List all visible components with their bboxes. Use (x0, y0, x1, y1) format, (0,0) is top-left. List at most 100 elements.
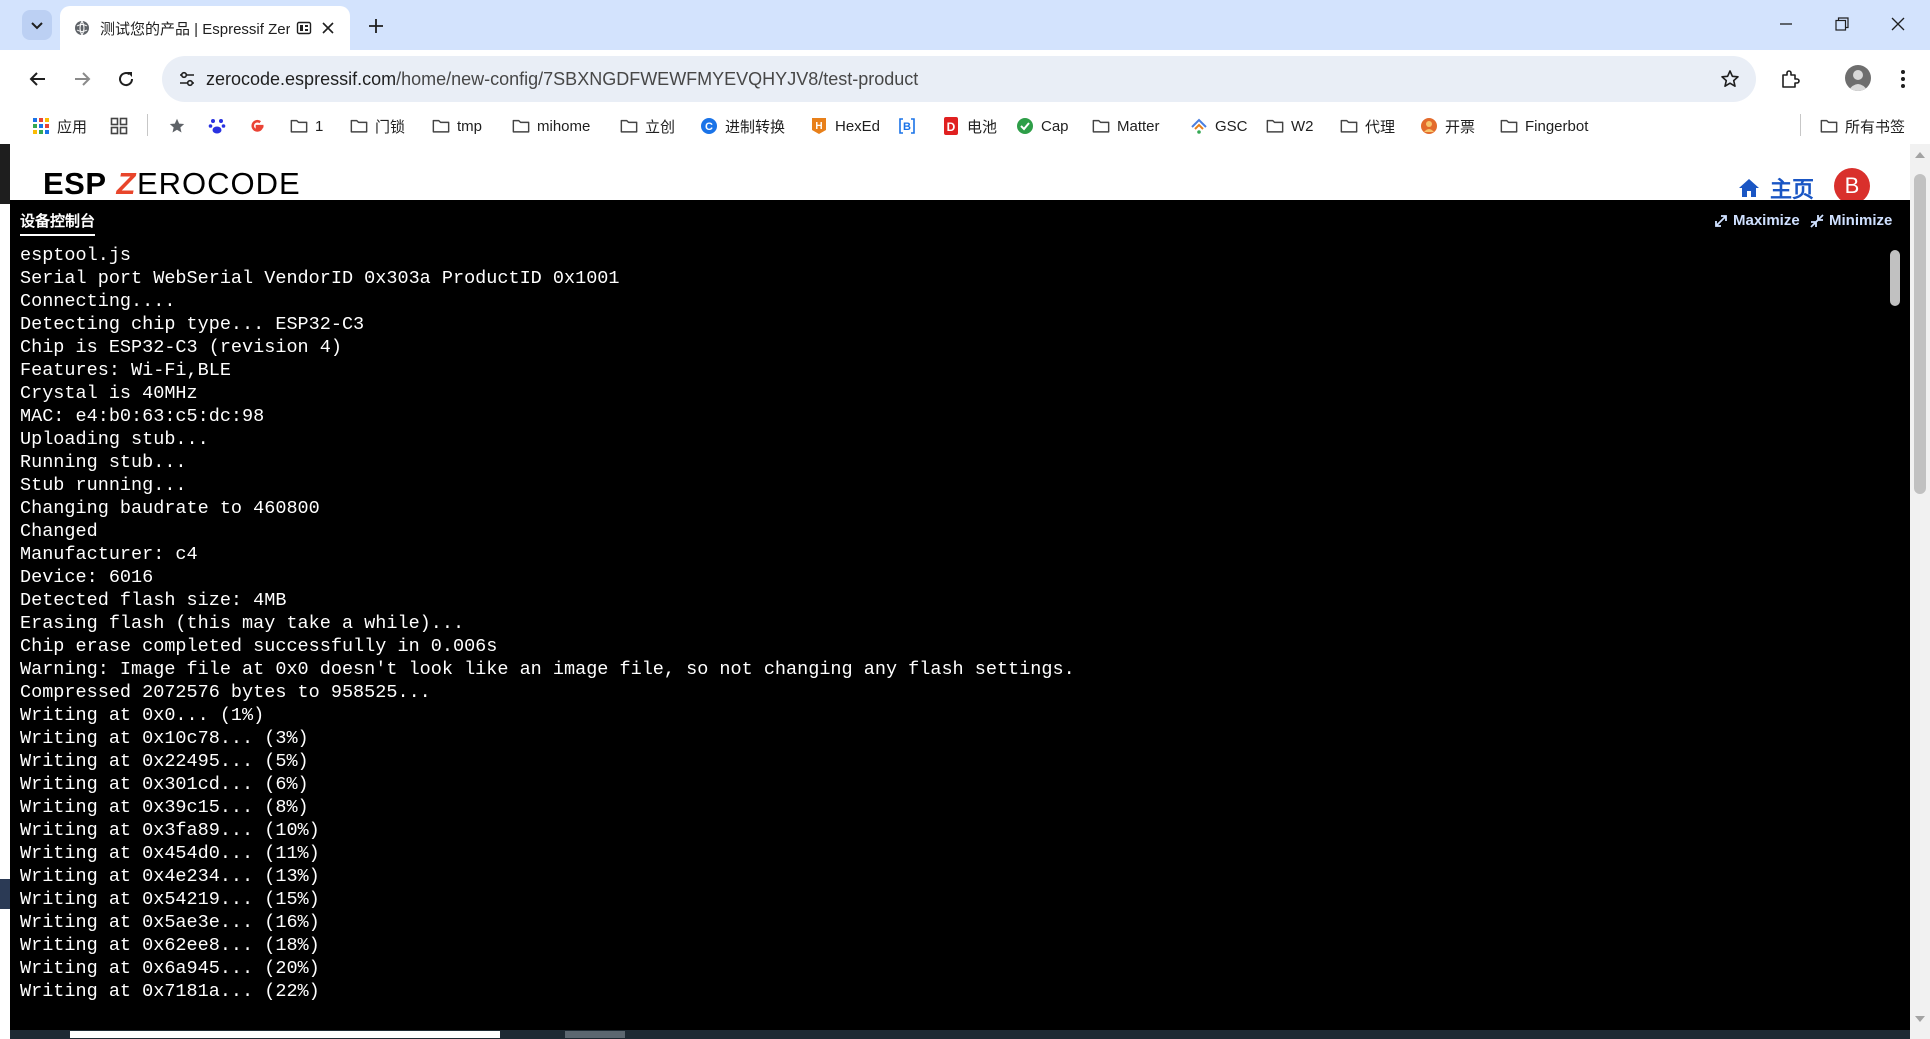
page-content: ESP Z EROCODE 主页 B 设备控制台 Maximize Minimi… (0, 144, 1930, 1039)
console-line: Erasing flash (this may take a while)... (20, 613, 465, 634)
bookmark-star[interactable] (168, 113, 193, 139)
console-line: Device: 6016 (20, 567, 154, 588)
console-line: MAC: e4:b0:63:c5:dc:98 (20, 406, 265, 427)
bookmark-hexed[interactable]: H HexEd (810, 113, 880, 139)
console-line: Detected flash size: 4MB (20, 590, 287, 611)
bookmark-folder-lichuang[interactable]: 立创 (620, 113, 675, 139)
folder-icon (432, 117, 450, 135)
gsc-icon (1190, 117, 1208, 135)
hexed-icon: H (810, 117, 828, 135)
console-line: Writing at 0x3fa89... (10%) (20, 820, 320, 841)
scroll-up-arrow-icon[interactable] (1915, 152, 1925, 158)
url-path: /home/new-config/7SBXNGDFWEWFMYEVQHYJV8/… (396, 69, 919, 89)
console-line: Writing at 0x4e234... (13%) (20, 866, 320, 887)
home-icon (1739, 179, 1759, 197)
folder-icon (620, 117, 638, 135)
bracket-b-icon: B (898, 117, 916, 135)
tune-icon (180, 71, 194, 87)
console-line: Writing at 0x6a945... (20%) (20, 958, 320, 979)
back-button[interactable] (22, 63, 54, 95)
bookmark-folder-menlock[interactable]: 门锁 (350, 113, 405, 139)
bookmark-bracket-b[interactable]: B (898, 113, 923, 139)
user-avatar[interactable]: B (1834, 168, 1870, 204)
invoice-icon (1420, 117, 1438, 135)
bookmark-star-button[interactable] (1716, 65, 1744, 93)
window-close-button[interactable] (1876, 8, 1920, 40)
bookmark-folder-fingerbot[interactable]: Fingerbot (1500, 113, 1588, 139)
browser-tab[interactable]: 测试您的产品 | Espressif Zer (60, 6, 350, 50)
maximize-icon (1714, 214, 1728, 228)
console-log: esptool.js Serial port WebSerial VendorID… (20, 244, 1880, 1003)
bookmark-battery[interactable]: D 电池 (942, 113, 997, 139)
chevron-down-icon (31, 22, 43, 30)
scroll-down-arrow-icon[interactable] (1915, 1016, 1925, 1022)
console-bottom-segment (565, 1031, 625, 1038)
plus-icon (369, 19, 383, 33)
tab-close-button[interactable] (316, 16, 340, 40)
bookmark-apps[interactable]: 应用 (32, 113, 87, 139)
folder-icon (1820, 117, 1838, 135)
bookmark-invoice[interactable]: 开票 (1420, 113, 1475, 139)
window-restore-button[interactable] (1820, 8, 1864, 40)
folder-icon (1500, 117, 1518, 135)
extensions-button[interactable] (1774, 63, 1806, 95)
console-line: Writing at 0x54219... (15%) (20, 889, 320, 910)
bookmark-google[interactable] (248, 113, 273, 139)
page-scrollbar[interactable] (1910, 144, 1930, 1039)
profile-avatar[interactable] (1845, 65, 1871, 91)
site-info-button[interactable] (172, 64, 202, 94)
tab-strip: 测试您的产品 | Espressif Zer (0, 0, 1930, 50)
browser-menu-button[interactable] (1890, 63, 1916, 95)
browser-toolbar: zerocode.espressif.com/home/new-config/7… (0, 50, 1930, 108)
forward-button[interactable] (66, 63, 98, 95)
reload-button[interactable] (110, 63, 142, 95)
left-edge-marker (0, 879, 10, 909)
bookmark-cap[interactable]: Cap (1016, 113, 1069, 139)
bookmark-folder-1[interactable]: 1 (290, 113, 323, 139)
star-icon (1721, 70, 1739, 87)
esp-zerocode-logo[interactable]: ESP Z EROCODE (43, 166, 301, 202)
console-line: Stub running... (20, 475, 187, 496)
svg-text:H: H (815, 121, 822, 132)
console-line: Serial port WebSerial VendorID 0x303a Pr… (20, 268, 620, 289)
console-line: Uploading stub... (20, 429, 209, 450)
tab-search-button[interactable] (22, 10, 52, 40)
bookmark-gsc[interactable]: GSC (1190, 113, 1248, 139)
folder-icon (350, 117, 368, 135)
minimize-icon (1780, 23, 1792, 25)
converter-icon: C (700, 117, 718, 135)
tab-title: 测试您的产品 | Espressif Zer (100, 20, 290, 38)
bookmark-layout-grid[interactable] (110, 113, 135, 139)
bookmarks-bar: 应用 1 门锁 tmp mihome 立创 C 进制转换 H HexEd B D… (0, 108, 1930, 144)
url-text[interactable]: zerocode.espressif.com/home/new-config/7… (206, 56, 918, 102)
bookmarks-separator (1800, 114, 1801, 136)
console-line: Crystal is 40MHz (20, 383, 198, 404)
maximize-button[interactable]: Maximize (1714, 212, 1800, 229)
bookmark-folder-tmp[interactable]: tmp (432, 113, 482, 139)
bookmark-folder-mihome[interactable]: mihome (512, 113, 590, 139)
page-scroll-thumb[interactable] (1914, 174, 1926, 494)
apps-grid-icon (32, 117, 50, 135)
bookmark-folder-w2[interactable]: W2 (1266, 113, 1314, 139)
close-icon (1891, 17, 1905, 31)
window-minimize-button[interactable] (1764, 8, 1808, 40)
bookmark-baidu[interactable] (208, 113, 233, 139)
console-line: Compressed 2072576 bytes to 958525... (20, 682, 431, 703)
new-tab-button[interactable] (362, 12, 390, 40)
console-header: 设备控制台 Maximize Minimize (10, 200, 1910, 236)
console-bottom-thumb[interactable] (70, 1031, 500, 1038)
bookmark-converter[interactable]: C 进制转换 (700, 113, 785, 139)
console-line: Warning: Image file at 0x0 doesn't look … (20, 659, 1075, 680)
puzzle-icon (1782, 70, 1800, 88)
speaker-icon[interactable] (296, 20, 312, 36)
minimize-button[interactable]: Minimize (1810, 212, 1892, 229)
address-bar[interactable]: zerocode.espressif.com/home/new-config/7… (162, 56, 1756, 102)
console-line: Writing at 0x5ae3e... (16%) (20, 912, 320, 933)
console-scrollbar[interactable] (1890, 250, 1900, 306)
bookmark-all-bookmarks[interactable]: 所有书签 (1820, 113, 1905, 139)
device-console: 设备控制台 Maximize Minimize esptool.js Serial… (10, 200, 1910, 1039)
console-line: Writing at 0x22495... (5%) (20, 751, 309, 772)
bookmark-folder-proxy[interactable]: 代理 (1340, 113, 1395, 139)
restore-icon (1835, 17, 1849, 31)
bookmark-folder-matter[interactable]: Matter (1092, 113, 1160, 139)
